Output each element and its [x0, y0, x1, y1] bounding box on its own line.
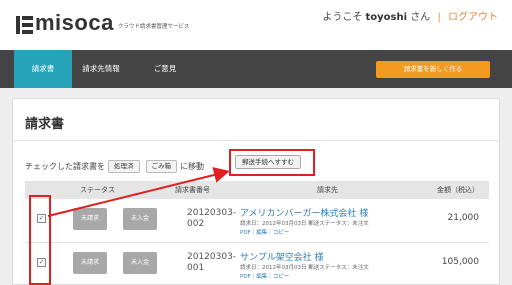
- bulk-action-label: チェックした請求書を: [25, 161, 105, 171]
- new-invoice-button[interactable]: 請求書を新しく作る: [376, 61, 490, 78]
- invoice-meta: 請求日：2012年03月03日 郵送ステータス：未注文: [240, 265, 369, 271]
- table-row[interactable]: ✓ 未請求 未入金 20120303-002 アメリカンバーガー株式会社 様 請…: [25, 199, 489, 243]
- logo-text: misoca: [35, 10, 114, 35]
- status-badge-unbilled: 未請求: [73, 252, 107, 274]
- tab-feedback[interactable]: ご意見: [130, 50, 200, 88]
- client-name-link[interactable]: アメリカンバーガー株式会社 様: [240, 206, 368, 219]
- welcome-suffix: さん: [410, 12, 431, 23]
- move-to-trash-button[interactable]: ごみ箱: [145, 159, 177, 173]
- status-badge-unpaid: 未入金: [123, 252, 157, 274]
- welcome-prefix: ようこそ: [322, 12, 363, 23]
- bulk-action-row: チェックした請求書を 処理済 ごみ箱 に移動: [25, 157, 204, 175]
- header-invoice-number: 請求書番号: [175, 186, 210, 194]
- highlight-box-send-button: [229, 149, 315, 176]
- table-header: ステータス 請求書番号 請求先 金額（税込）: [25, 181, 489, 199]
- page-title: 請求書: [25, 117, 65, 132]
- header-status: ステータス: [80, 186, 115, 194]
- top-header: misoca クラウド請求書管理サービス ようこそ toyoshi さん | ロ…: [0, 0, 512, 50]
- tab-invoices[interactable]: 請求書: [14, 50, 72, 88]
- invoice-number: 20120303-002: [187, 208, 237, 229]
- invoice-amount: 105,000: [441, 257, 479, 267]
- logout-link[interactable]: ログアウト: [448, 12, 498, 23]
- invoice-meta: 請求日：2012年03月03日 郵送ステータス：未注文: [240, 221, 369, 227]
- logo-icon: [16, 15, 33, 34]
- invoice-actions[interactable]: PDF｜編集｜コピー: [240, 272, 289, 280]
- status-badge-unbilled: 未請求: [73, 208, 107, 230]
- client-name-link[interactable]: サンプル架空会社 様: [240, 250, 324, 263]
- status-badge-unpaid: 未入金: [123, 208, 157, 230]
- logo-tagline: クラウド請求書管理サービス: [117, 24, 190, 30]
- title-divider: [13, 140, 499, 141]
- header-client: 請求先: [317, 186, 338, 194]
- highlight-box-checkboxes: [29, 195, 51, 285]
- invoice-panel: 請求書 チェックした請求書を 処理済 ごみ箱 に移動 郵送手続へすすむ ステータ…: [12, 98, 500, 285]
- header-separator: |: [437, 12, 441, 23]
- move-to-processed-button[interactable]: 処理済: [108, 159, 140, 173]
- misoca-logo[interactable]: misoca クラウド請求書管理サービス: [16, 10, 189, 34]
- username: toyoshi: [365, 12, 408, 23]
- table-row[interactable]: ✓ 未請求 未入金 20120303-001 サンプル架空会社 様 請求日：20…: [25, 243, 489, 285]
- move-suffix-label: に移動: [180, 161, 204, 171]
- tab-clients[interactable]: 請求先情報: [72, 50, 130, 88]
- welcome-message: ようこそ toyoshi さん | ログアウト: [322, 8, 498, 23]
- invoice-actions[interactable]: PDF｜編集｜コピー: [240, 228, 289, 236]
- invoice-amount: 21,000: [447, 213, 480, 223]
- header-amount: 金額（税込）: [437, 186, 479, 194]
- invoice-number: 20120303-001: [187, 252, 237, 273]
